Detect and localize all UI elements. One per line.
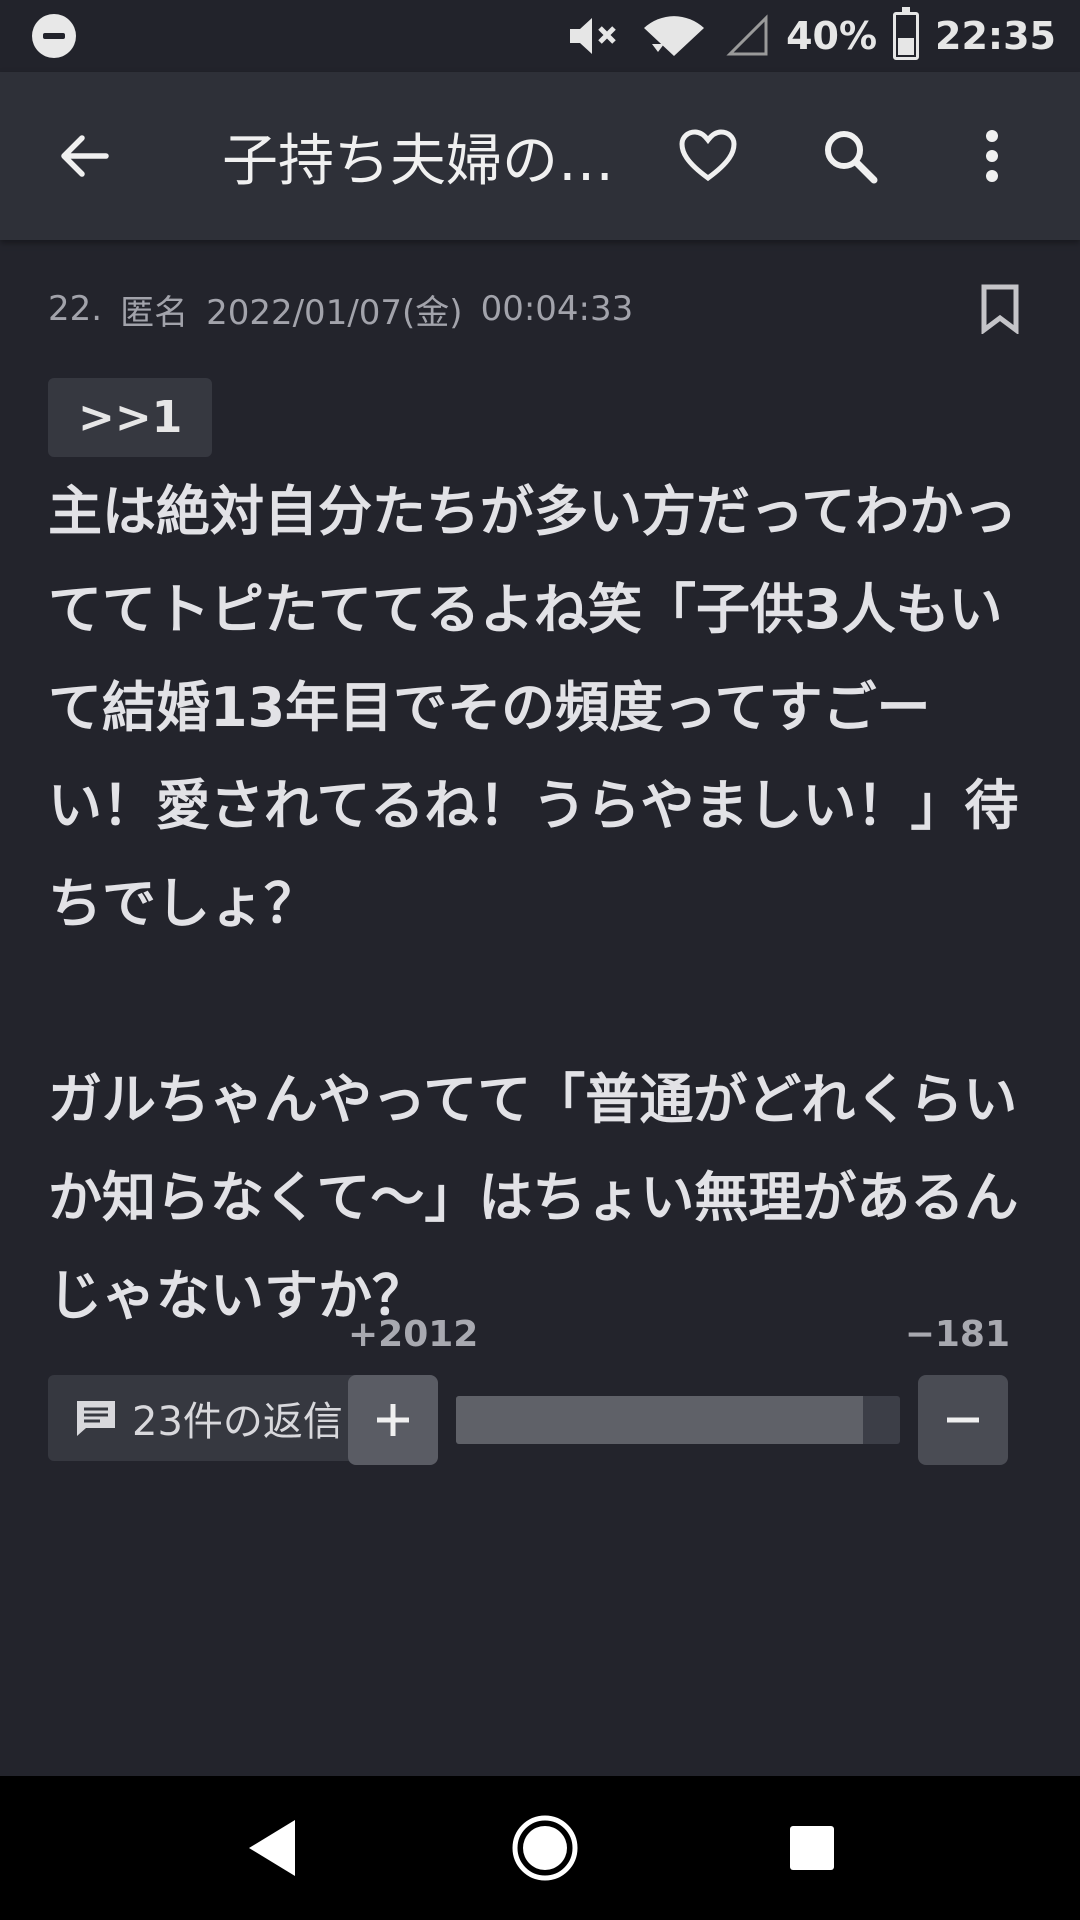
nav-recents-icon[interactable] [787, 1823, 837, 1873]
comment-icon [77, 1401, 115, 1436]
replies-button[interactable]: 23件の返信 [48, 1375, 369, 1461]
heart-icon[interactable] [662, 110, 754, 202]
minus-icon [947, 1417, 979, 1423]
signal-icon [726, 14, 768, 56]
comment-post: 22. 匿名 2022/01/07(金) 00:04:33 >>1 主は絶対自分… [0, 240, 1080, 1776]
app-bar: 子持ち夫婦の… [0, 72, 1080, 240]
post-author: 匿名 [120, 292, 189, 333]
more-vert-icon[interactable] [946, 110, 1038, 202]
battery-icon [893, 7, 920, 60]
replies-label: 23件の返信 [132, 1399, 343, 1445]
plus-count: +2012 [348, 1314, 479, 1355]
minus-count: −181 [904, 1314, 1010, 1355]
nav-home-icon[interactable] [510, 1813, 580, 1883]
nav-back-icon[interactable] [243, 1816, 303, 1880]
minus-vote-button[interactable] [918, 1375, 1008, 1465]
anchor-link[interactable]: >>1 [48, 378, 213, 457]
system-nav-bar [0, 1776, 1080, 1920]
status-bar: 40% 22:35 [0, 0, 1080, 72]
vote-ratio-fill [456, 1396, 864, 1444]
mute-icon [570, 18, 616, 54]
post-time: 00:04:33 [480, 289, 634, 329]
post-date: 2022/01/07(金) [206, 292, 463, 333]
clock: 22:35 [935, 14, 1056, 58]
dnd-icon [32, 14, 76, 58]
search-icon[interactable] [804, 110, 896, 202]
bookmark-icon[interactable] [980, 284, 1020, 334]
back-arrow-icon[interactable] [38, 110, 130, 202]
post-body: 主は絶対自分たちが多い方だってわかっててトピたててるよね笑「子供3人もいて結婚1… [48, 480, 1019, 1327]
post-number: 22. [48, 289, 103, 329]
post-meta: 22. 匿名 2022/01/07(金) 00:04:33 [48, 284, 1030, 334]
battery-percent: 40% [786, 14, 878, 58]
plus-icon [377, 1404, 409, 1436]
plus-vote-button[interactable] [348, 1375, 438, 1465]
vote-area: +2012 −181 [348, 1314, 1010, 1465]
thread-title: 子持ち夫婦の… [222, 128, 614, 194]
wifi-icon [644, 16, 705, 56]
vote-ratio-bar [456, 1396, 900, 1444]
